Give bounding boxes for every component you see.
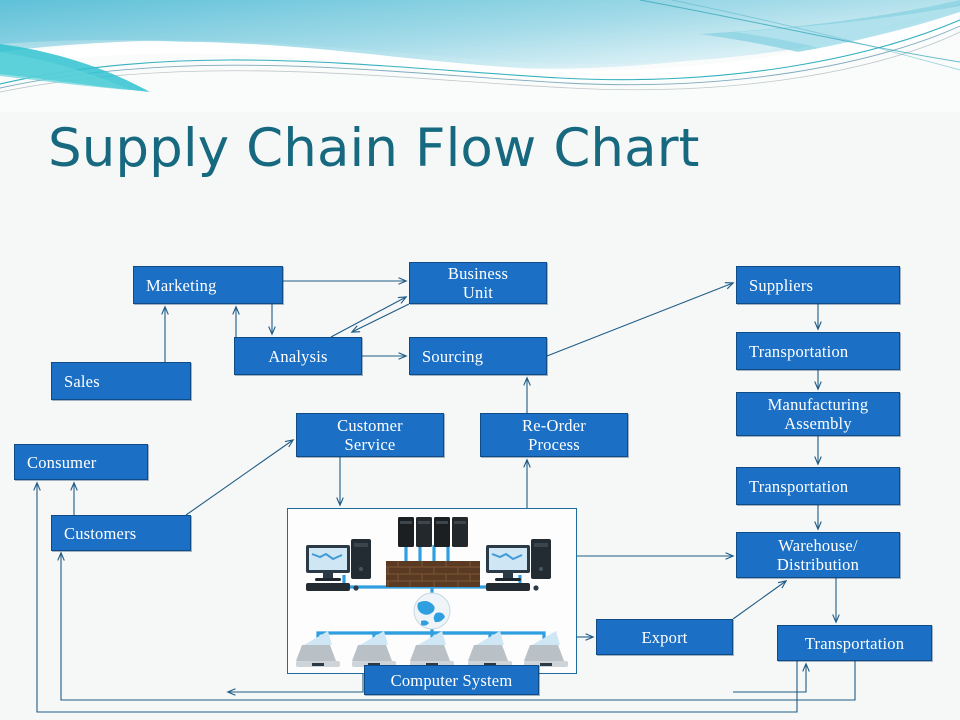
node-transportation-1[interactable]: Transportation xyxy=(736,332,900,370)
globe-icon xyxy=(413,592,451,630)
node-warehouse-distribution[interactable]: Warehouse/ Distribution xyxy=(736,532,900,578)
computer-system-illustration xyxy=(287,508,577,674)
node-transportation-2[interactable]: Transportation xyxy=(736,467,900,505)
node-export[interactable]: Export xyxy=(596,619,733,655)
slide-canvas: Supply Chain Flow Chart Marketing Busine… xyxy=(0,0,960,720)
network-diagram-icon xyxy=(288,509,576,673)
flow-chart: Marketing Business Unit Suppliers Analys… xyxy=(0,0,960,720)
node-transportation-3[interactable]: Transportation xyxy=(777,625,932,661)
node-sourcing[interactable]: Sourcing xyxy=(409,337,547,375)
node-analysis[interactable]: Analysis xyxy=(234,337,362,375)
node-customers[interactable]: Customers xyxy=(51,515,191,551)
node-re-order-process[interactable]: Re-Order Process xyxy=(480,413,628,457)
node-suppliers[interactable]: Suppliers xyxy=(736,266,900,304)
node-sales[interactable]: Sales xyxy=(51,362,191,400)
node-computer-system[interactable]: Computer System xyxy=(364,665,539,695)
node-consumer[interactable]: Consumer xyxy=(14,444,148,480)
node-business-unit[interactable]: Business Unit xyxy=(409,262,547,304)
node-customer-service[interactable]: Customer Service xyxy=(296,413,444,457)
firewall-brick-wall xyxy=(386,561,480,587)
node-manufacturing-assembly[interactable]: Manufacturing Assembly xyxy=(736,392,900,436)
node-marketing[interactable]: Marketing xyxy=(133,266,283,304)
